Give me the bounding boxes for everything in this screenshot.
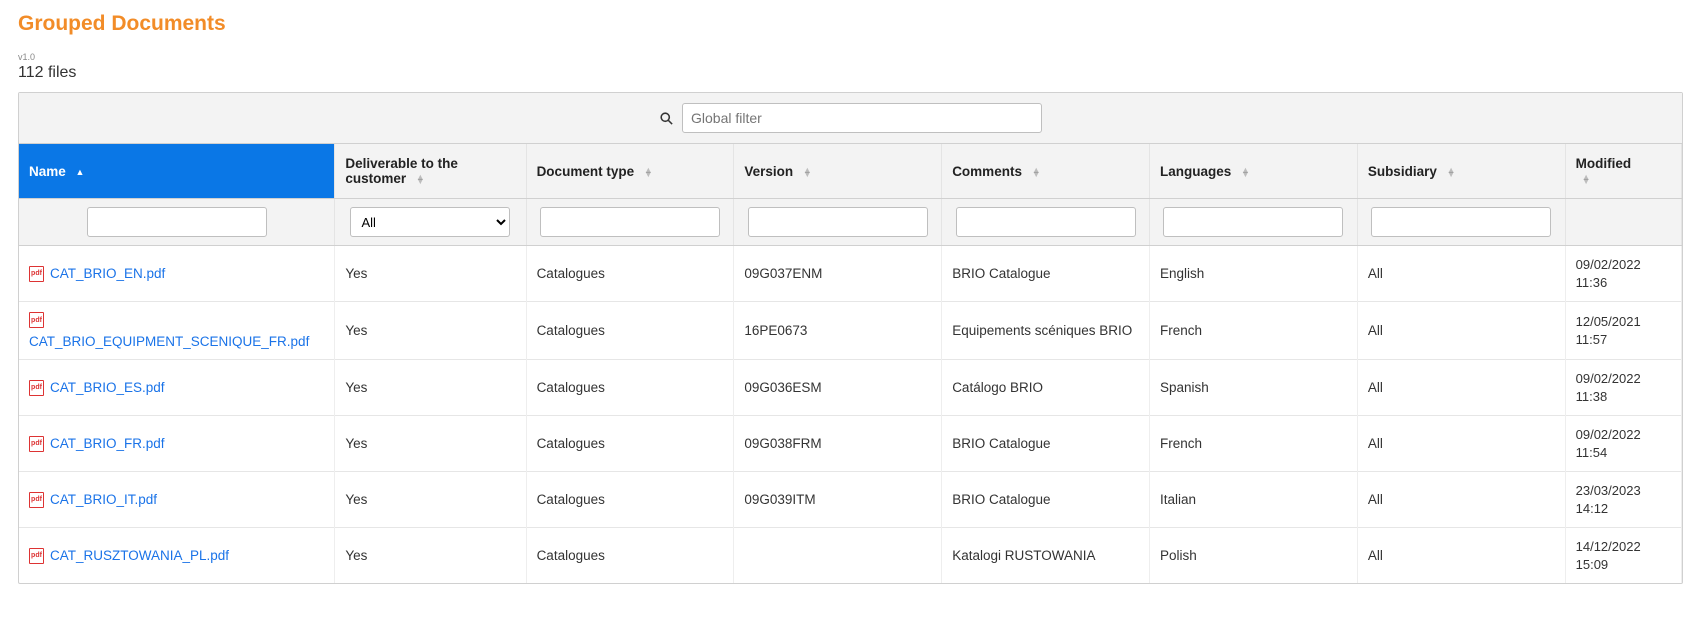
cell-modified: 12/05/2021 11:57 xyxy=(1565,302,1681,360)
table-row: pdf CAT_BRIO_FR.pdf YesCatalogues09G038FRM… xyxy=(19,416,1682,472)
table-row: pdf CAT_BRIO_IT.pdf YesCatalogues09G039ITM… xyxy=(19,472,1682,528)
cell-deliverable: Yes xyxy=(335,302,526,360)
column-label: Comments xyxy=(952,164,1022,179)
column-header-subsidiary[interactable]: Subsidiary ▲▼ xyxy=(1357,144,1565,199)
cell-deliverable: Yes xyxy=(335,528,526,584)
file-link[interactable]: CAT_RUSZTOWANIA_PL.pdf xyxy=(50,548,229,563)
cell-comments: Catálogo BRIO xyxy=(942,360,1150,416)
cell-languages: Italian xyxy=(1150,472,1358,528)
cell-version: 09G039ITM xyxy=(734,472,942,528)
cell-doc_type: Catalogues xyxy=(526,360,734,416)
cell-version: 09G037ENM xyxy=(734,246,942,302)
table-container: Name ▲ Deliverable to the customer ▲▼ Do… xyxy=(18,92,1683,584)
cell-languages: English xyxy=(1150,246,1358,302)
filter-version-input[interactable] xyxy=(748,207,928,237)
column-header-doctype[interactable]: Document type ▲▼ xyxy=(526,144,734,199)
version-label: v1.0 xyxy=(18,52,1683,62)
file-link[interactable]: CAT_BRIO_EQUIPMENT_SCENIQUE_FR.pdf xyxy=(29,334,309,349)
search-icon xyxy=(659,111,674,126)
global-filter-bar xyxy=(19,93,1682,144)
column-label: Version xyxy=(744,164,793,179)
filter-languages-input[interactable] xyxy=(1163,207,1343,237)
filter-name-input[interactable] xyxy=(87,207,267,237)
cell-doc_type: Catalogues xyxy=(526,416,734,472)
cell-subsidiary: All xyxy=(1357,416,1565,472)
column-header-modified[interactable]: Modified ▲▼ xyxy=(1565,144,1681,199)
column-label: Deliverable to the customer xyxy=(345,156,458,186)
cell-subsidiary: All xyxy=(1357,246,1565,302)
cell-doc_type: Catalogues xyxy=(526,472,734,528)
column-header-languages[interactable]: Languages ▲▼ xyxy=(1150,144,1358,199)
cell-version: 09G036ESM xyxy=(734,360,942,416)
table-row: pdf CAT_BRIO_EN.pdf YesCatalogues09G037ENM… xyxy=(19,246,1682,302)
cell-doc_type: Catalogues xyxy=(526,302,734,360)
column-label: Languages xyxy=(1160,164,1231,179)
cell-deliverable: Yes xyxy=(335,246,526,302)
cell-subsidiary: All xyxy=(1357,360,1565,416)
cell-deliverable: Yes xyxy=(335,472,526,528)
cell-subsidiary: All xyxy=(1357,472,1565,528)
cell-languages: French xyxy=(1150,302,1358,360)
column-label: Name xyxy=(29,164,66,179)
cell-comments: BRIO Catalogue xyxy=(942,472,1150,528)
file-link[interactable]: CAT_BRIO_IT.pdf xyxy=(50,492,157,507)
cell-modified: 09/02/2022 11:38 xyxy=(1565,360,1681,416)
file-link[interactable]: CAT_BRIO_FR.pdf xyxy=(50,436,165,451)
page-title: Grouped Documents xyxy=(18,12,1683,36)
cell-comments: Katalogi RUSTOWANIA xyxy=(942,528,1150,584)
cell-version: 16PE0673 xyxy=(734,302,942,360)
cell-comments: BRIO Catalogue xyxy=(942,416,1150,472)
cell-languages: French xyxy=(1150,416,1358,472)
cell-modified: 14/12/2022 15:09 xyxy=(1565,528,1681,584)
column-label: Document type xyxy=(537,164,635,179)
cell-modified: 09/02/2022 11:36 xyxy=(1565,246,1681,302)
sort-indicator-icon: ▲▼ xyxy=(1241,168,1250,176)
sort-indicator-icon: ▲▼ xyxy=(644,168,653,176)
pdf-icon: pdf xyxy=(29,380,44,396)
table-row: pdf CAT_BRIO_EQUIPMENT_SCENIQUE_FR.pdf Yes… xyxy=(19,302,1682,360)
sort-indicator-icon: ▲▼ xyxy=(1447,168,1456,176)
cell-languages: Polish xyxy=(1150,528,1358,584)
cell-modified: 23/03/2023 14:12 xyxy=(1565,472,1681,528)
file-link[interactable]: CAT_BRIO_EN.pdf xyxy=(50,266,165,281)
file-count: 112 files xyxy=(18,64,1683,82)
cell-subsidiary: All xyxy=(1357,302,1565,360)
cell-doc_type: Catalogues xyxy=(526,246,734,302)
cell-modified: 09/02/2022 11:54 xyxy=(1565,416,1681,472)
filter-deliverable-select[interactable]: All xyxy=(350,207,510,237)
sort-indicator-icon: ▲▼ xyxy=(416,175,425,183)
sort-indicator-icon: ▲▼ xyxy=(1032,168,1041,176)
column-header-name[interactable]: Name ▲ xyxy=(19,144,335,199)
sort-indicator-icon: ▲ xyxy=(76,170,85,174)
cell-languages: Spanish xyxy=(1150,360,1358,416)
documents-table: Name ▲ Deliverable to the customer ▲▼ Do… xyxy=(19,144,1682,583)
sort-indicator-icon: ▲▼ xyxy=(1582,175,1591,183)
cell-comments: BRIO Catalogue xyxy=(942,246,1150,302)
pdf-icon: pdf xyxy=(29,312,44,328)
pdf-icon: pdf xyxy=(29,492,44,508)
pdf-icon: pdf xyxy=(29,436,44,452)
sort-indicator-icon: ▲▼ xyxy=(803,168,812,176)
table-row: pdf CAT_RUSZTOWANIA_PL.pdf YesCatalogues Ka… xyxy=(19,528,1682,584)
cell-deliverable: Yes xyxy=(335,416,526,472)
file-link[interactable]: CAT_BRIO_ES.pdf xyxy=(50,380,165,395)
global-filter-input[interactable] xyxy=(682,103,1042,133)
cell-doc_type: Catalogues xyxy=(526,528,734,584)
pdf-icon: pdf xyxy=(29,548,44,564)
filter-comments-input[interactable] xyxy=(956,207,1136,237)
column-label: Modified xyxy=(1576,156,1632,171)
column-header-comments[interactable]: Comments ▲▼ xyxy=(942,144,1150,199)
column-label: Subsidiary xyxy=(1368,164,1437,179)
pdf-icon: pdf xyxy=(29,266,44,282)
table-row: pdf CAT_BRIO_ES.pdf YesCatalogues09G036ESM… xyxy=(19,360,1682,416)
cell-subsidiary: All xyxy=(1357,528,1565,584)
filter-doctype-input[interactable] xyxy=(540,207,720,237)
cell-version: 09G038FRM xyxy=(734,416,942,472)
filter-subsidiary-input[interactable] xyxy=(1371,207,1551,237)
column-header-deliverable[interactable]: Deliverable to the customer ▲▼ xyxy=(335,144,526,199)
cell-version xyxy=(734,528,942,584)
column-header-version[interactable]: Version ▲▼ xyxy=(734,144,942,199)
cell-comments: Equipements scéniques BRIO xyxy=(942,302,1150,360)
cell-deliverable: Yes xyxy=(335,360,526,416)
